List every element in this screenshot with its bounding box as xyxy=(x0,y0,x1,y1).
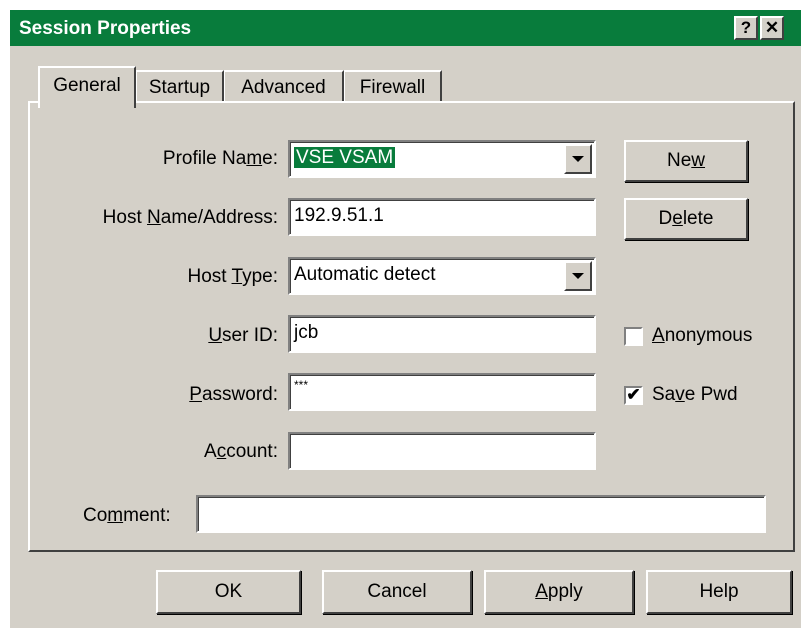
account-input[interactable] xyxy=(288,432,596,470)
user-id-input[interactable]: jcb xyxy=(288,315,596,353)
delete-button[interactable]: Delete xyxy=(624,198,748,240)
profile-name-combo[interactable]: VSE VSAM xyxy=(288,140,596,178)
general-tab-panel: Profile Name: VSE VSAM Host Name/Address… xyxy=(28,101,795,552)
save-pwd-label[interactable]: Save Pwd xyxy=(652,384,738,406)
profile-name-label: Profile Name: xyxy=(162,148,278,169)
session-properties-dialog: Session Properties ? ✕ General Startup A… xyxy=(10,10,801,628)
account-label: Account: xyxy=(204,441,278,462)
password-label: Password: xyxy=(189,384,278,405)
tab-general[interactable]: General xyxy=(38,66,136,108)
cancel-button[interactable]: Cancel xyxy=(322,570,472,614)
title-bar[interactable]: Session Properties ? ✕ xyxy=(10,10,801,46)
host-name-label: Host Name/Address: xyxy=(102,207,278,228)
apply-button[interactable]: Apply xyxy=(484,570,634,614)
profile-name-value: VSE VSAM xyxy=(294,147,396,168)
ok-button[interactable]: OK xyxy=(156,570,301,614)
help-button[interactable]: Help xyxy=(646,570,792,614)
comment-label: Comment: xyxy=(83,505,171,526)
help-icon[interactable]: ? xyxy=(734,16,758,40)
user-id-label: User ID: xyxy=(208,325,278,346)
anonymous-label[interactable]: Anonymous xyxy=(652,325,752,347)
host-name-input[interactable]: 192.9.51.1 xyxy=(288,198,596,236)
close-icon[interactable]: ✕ xyxy=(760,16,784,40)
password-input[interactable]: *** xyxy=(288,373,596,411)
profile-name-dropdown-icon[interactable] xyxy=(564,144,592,174)
window-title: Session Properties xyxy=(19,18,192,39)
host-type-value: Automatic detect xyxy=(294,264,436,285)
host-type-label: Host Type: xyxy=(187,266,279,287)
host-type-combo[interactable]: Automatic detect xyxy=(288,257,596,295)
comment-input[interactable] xyxy=(196,495,766,533)
host-type-dropdown-icon[interactable] xyxy=(564,261,592,291)
new-button[interactable]: New xyxy=(624,140,748,182)
anonymous-checkbox[interactable] xyxy=(624,327,643,346)
save-pwd-checkbox[interactable]: ✔ xyxy=(624,386,643,405)
